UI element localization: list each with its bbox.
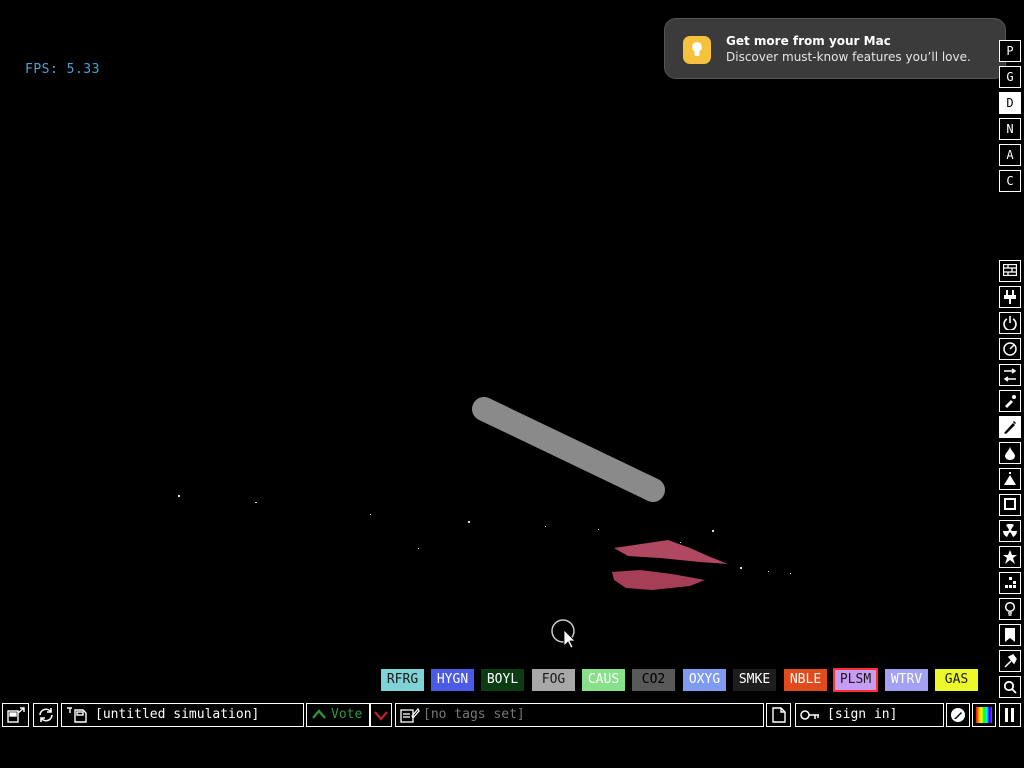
element-button-wtrv[interactable]: WTRV [885, 669, 928, 691]
lightbulb-icon [683, 36, 711, 64]
element-button-nble[interactable]: NBLE [784, 669, 827, 691]
electronics-icon[interactable] [999, 286, 1021, 308]
element-button-fog[interactable]: FOG [532, 669, 575, 691]
color-spectrum-icon [976, 707, 992, 723]
display-mode-g-button[interactable]: G [999, 66, 1021, 88]
tools-icon[interactable] [999, 598, 1021, 620]
element-button-rfrg[interactable]: RFRG [381, 669, 424, 691]
display-mode-n-button[interactable]: N [999, 118, 1021, 140]
settings-button[interactable] [946, 703, 970, 727]
sign-in-button[interactable]: [sign in] [795, 703, 944, 727]
tags-field[interactable]: [no tags set] [395, 703, 764, 727]
notification-title: Get more from your Mac [726, 34, 891, 48]
vote-down-button[interactable] [370, 703, 392, 727]
favorites-icon[interactable] [999, 624, 1021, 646]
pause-button[interactable] [999, 703, 1021, 727]
gases-icon[interactable] [999, 416, 1021, 438]
vote-label: Vote [331, 707, 363, 722]
wall-stroke [472, 397, 665, 502]
sign-in-label: [sign in] [827, 707, 898, 722]
walls-icon[interactable] [999, 260, 1021, 282]
notification-banner[interactable]: Get more from your Mac Discover must-kno… [664, 18, 1006, 79]
simulation-canvas[interactable] [0, 0, 1024, 768]
powders-icon[interactable] [999, 468, 1021, 490]
force-icon[interactable] [999, 364, 1021, 386]
search-icon[interactable] [999, 676, 1021, 698]
brush-cursor [551, 619, 576, 649]
life-icon[interactable] [999, 572, 1021, 594]
element-button-plsm[interactable]: PLSM [833, 668, 878, 692]
scattered-particles [178, 495, 791, 574]
display-mode-c-button[interactable]: C [999, 170, 1021, 192]
sensors-icon[interactable] [999, 338, 1021, 360]
simulation-name: [untitled simulation] [95, 707, 260, 722]
notification-body: Discover must-know features you’ll love. [726, 50, 971, 64]
element-button-boyl[interactable]: BOYL [481, 669, 524, 691]
explosives-icon[interactable] [999, 390, 1021, 412]
renderer-options-button[interactable] [972, 703, 996, 727]
element-button-smke[interactable]: SMKE [733, 669, 776, 691]
radioactive-icon[interactable] [999, 520, 1021, 542]
new-simulation-button[interactable] [766, 703, 791, 727]
display-mode-a-button[interactable]: A [999, 144, 1021, 166]
particle-cloud-upper [614, 540, 728, 564]
open-save-button[interactable] [2, 703, 29, 727]
element-button-co2[interactable]: CO2 [632, 669, 675, 691]
liquids-icon[interactable] [999, 442, 1021, 464]
vote-up-button[interactable]: Vote [306, 703, 370, 727]
special-icon[interactable] [999, 546, 1021, 568]
fps-counter: FPS: 5.33 [25, 62, 100, 77]
decoration-icon[interactable] [999, 650, 1021, 672]
particle-cloud-lower [612, 570, 705, 590]
solids-icon[interactable] [999, 494, 1021, 516]
element-button-hygn[interactable]: HYGN [431, 669, 474, 691]
element-button-caus[interactable]: CAUS [582, 669, 625, 691]
element-button-oxyg[interactable]: OXYG [683, 669, 726, 691]
element-button-gas[interactable]: GAS [935, 669, 978, 691]
display-mode-d-button[interactable]: D [999, 92, 1021, 114]
display-mode-p-button[interactable]: P [999, 40, 1021, 62]
powered-icon[interactable] [999, 312, 1021, 334]
save-simulation-button[interactable]: [untitled simulation] [61, 703, 304, 727]
reload-button[interactable] [33, 703, 58, 727]
tags-label: [no tags set] [423, 707, 525, 722]
